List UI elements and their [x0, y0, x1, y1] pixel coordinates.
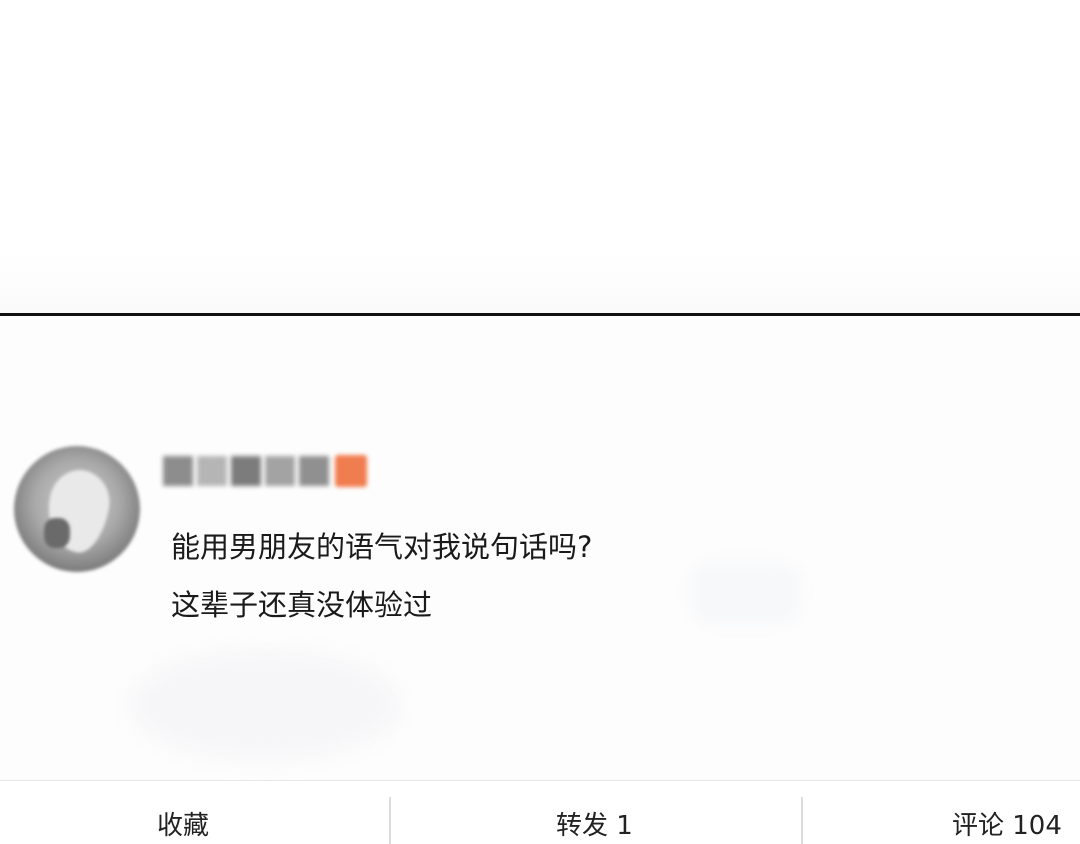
faded-element: [690, 562, 800, 624]
username-blur-block: [231, 456, 261, 486]
action-separator: [389, 797, 391, 844]
username-blur-block: [197, 456, 227, 486]
comment-line-2: 这辈子还真没体验过: [171, 588, 433, 622]
share-button[interactable]: 转发 1: [556, 809, 633, 843]
favorite-button[interactable]: 收藏: [157, 809, 209, 843]
username-blur-block: [265, 456, 295, 486]
faded-element: [130, 650, 400, 760]
verified-badge-icon: [335, 455, 367, 487]
username-blur-block: [163, 456, 193, 486]
username-blur-block: [299, 456, 329, 486]
avatar[interactable]: [14, 446, 140, 572]
avatar-shadow: [44, 518, 70, 548]
comment-line-1: 能用男朋友的语气对我说句话吗?: [171, 530, 593, 564]
top-blank-area: [0, 0, 1080, 313]
top-fade: [0, 253, 1080, 313]
action-separator: [801, 797, 803, 844]
username-pixelated[interactable]: [163, 453, 367, 489]
comment-button[interactable]: 评论 104: [952, 809, 1062, 843]
action-bar: 收藏 转发 1 评论 104: [0, 781, 1080, 844]
comment-text: 能用男朋友的语气对我说句话吗? 这辈子还真没体验过: [171, 518, 592, 634]
